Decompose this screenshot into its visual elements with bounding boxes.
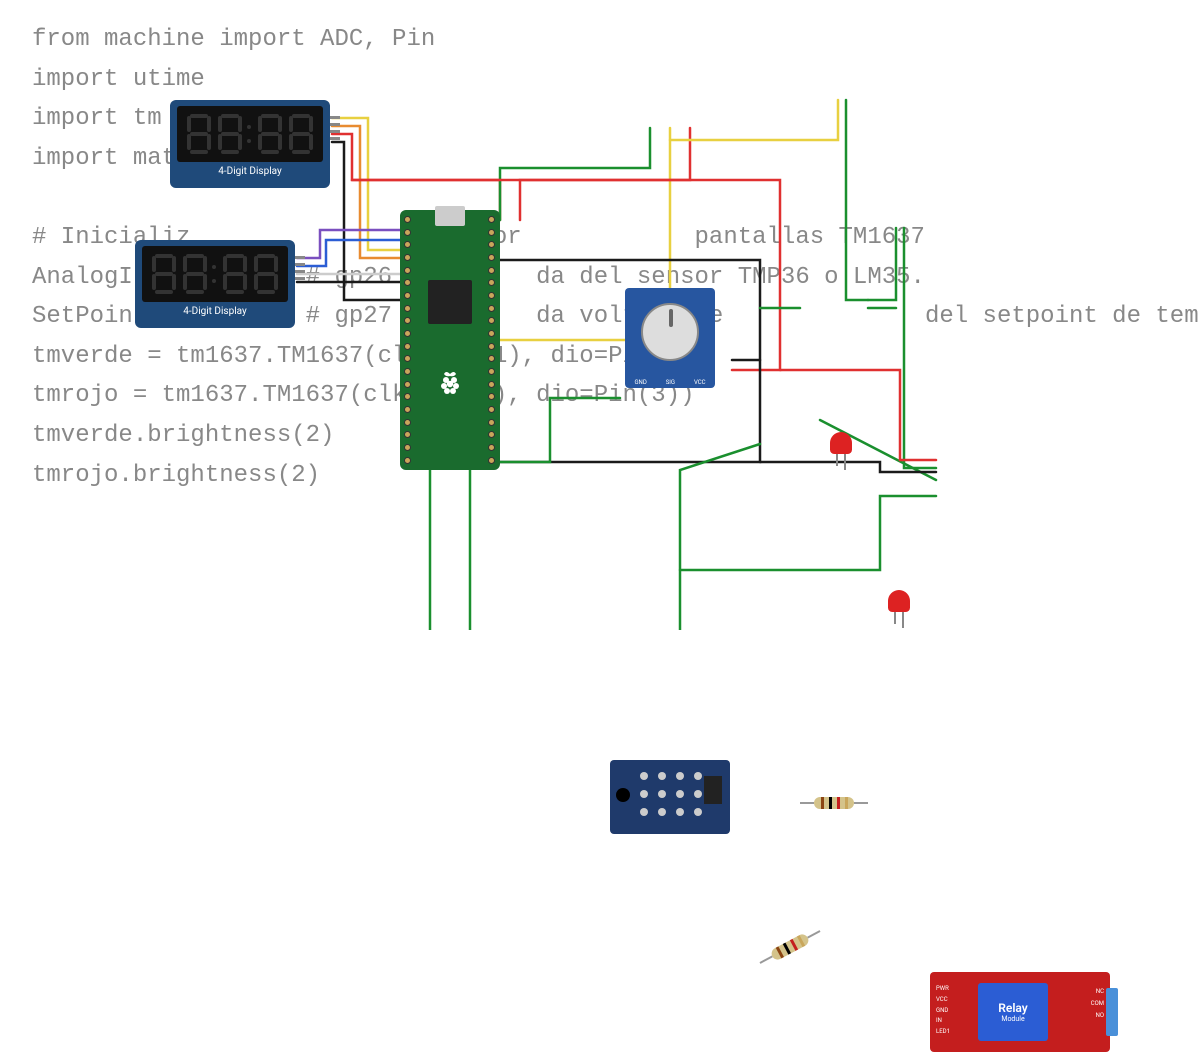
led-red-1 [830,432,852,462]
terminal-block-icon [1106,988,1118,1036]
temperature-sensor-board [610,760,730,834]
display-label: 4-Digit Display [218,166,281,177]
resistor-2 [757,925,824,969]
led-icon [888,590,910,612]
tm1637-display-1: 4-Digit Display [170,100,330,188]
display-screen [142,246,288,302]
raspberry-pi-pico [400,210,500,470]
led-red-2 [888,590,910,620]
display-screen [177,106,323,162]
chip-icon [428,280,472,324]
relay-left-pins: PWR VCC GND IN LED1 [936,984,950,1038]
relay-block: Relay Module [978,983,1048,1041]
usb-port-icon [435,206,465,226]
resistor-1 [800,796,868,810]
relay-module: PWR VCC GND IN LED1 Relay Module NC COM … [930,972,1110,1052]
pot-pins: GND SIG VCC [625,379,715,386]
tm1637-display-2: 4-Digit Display [135,240,295,328]
thermistor-icon [616,788,630,802]
led-icon [830,432,852,454]
potentiometer[interactable]: GND SIG VCC [625,288,715,388]
display-label: 4-Digit Display [183,306,246,317]
raspberry-icon [438,370,462,398]
ic-chip-icon [704,776,722,804]
knob-icon[interactable] [641,303,699,361]
relay-right-pins: NC COM NO [1091,986,1104,1022]
